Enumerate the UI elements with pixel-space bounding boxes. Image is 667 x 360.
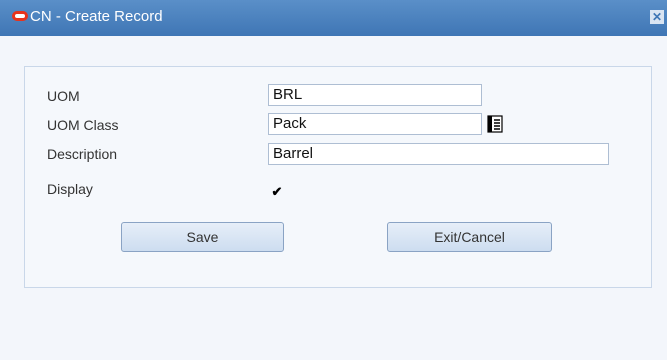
exit-cancel-button[interactable]: Exit/Cancel [387,222,552,252]
window-title: CN - Create Record [30,8,163,25]
close-icon[interactable]: ✕ [650,10,664,24]
display-label: Display [47,181,93,197]
create-record-dialog: CN - Create Record ✕ UOM BRL UOM Class P… [0,0,667,360]
description-field[interactable]: Barrel [268,143,609,165]
oracle-logo-icon [12,11,28,21]
uom-label: UOM [47,88,80,104]
title-bar: CN - Create Record ✕ [0,0,667,36]
uom-class-field[interactable]: Pack [268,113,482,135]
uom-class-label: UOM Class [47,117,119,133]
uom-field[interactable]: BRL [268,84,482,106]
save-button[interactable]: Save [121,222,284,252]
display-checkbox[interactable]: ✔ [270,185,284,199]
list-lookup-icon[interactable] [487,115,503,133]
description-label: Description [47,146,118,162]
